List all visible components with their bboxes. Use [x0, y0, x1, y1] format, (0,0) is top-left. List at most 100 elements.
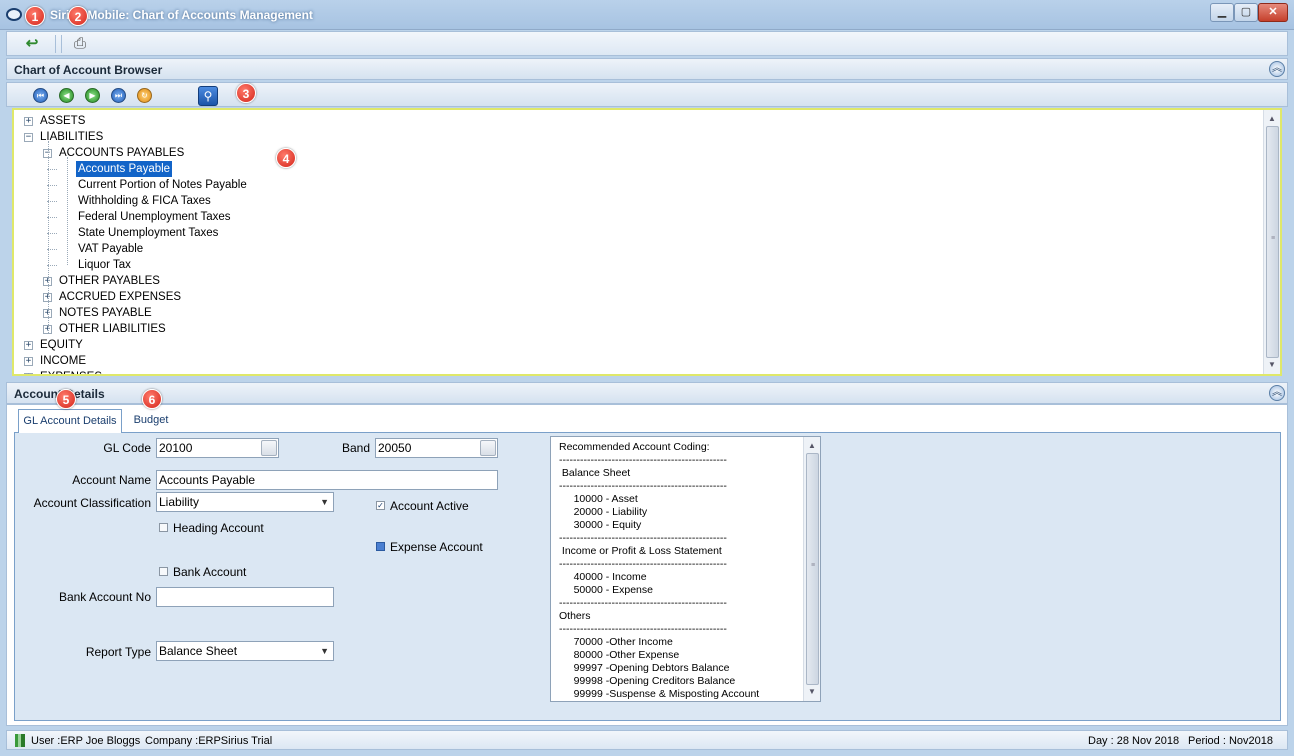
coding-line: Balance Sheet: [559, 467, 631, 479]
gl-code-label: GL Code: [103, 441, 151, 455]
bank-account-no-field[interactable]: [156, 587, 334, 607]
recommended-coding-box[interactable]: Recommended Account Coding: -------------…: [550, 436, 821, 702]
heading-account-label: Heading Account: [173, 521, 264, 535]
tree-node[interactable]: + OTHER PAYABLES: [14, 273, 1254, 289]
tab-budget[interactable]: Budget: [128, 409, 174, 433]
tree-node-label[interactable]: State Unemployment Taxes: [76, 225, 220, 241]
tree-node[interactable]: Federal Unemployment Taxes: [14, 209, 1254, 225]
account-name-field[interactable]: Accounts Payable: [156, 470, 498, 490]
tree-node-label[interactable]: ASSETS: [38, 113, 87, 129]
close-icon[interactable]: ✕: [1258, 3, 1288, 22]
tree-node-label[interactable]: VAT Payable: [76, 241, 145, 257]
coding-line: 99999 -Suspense & Misposting Account: [559, 688, 760, 700]
coding-line: ----------------------------------------…: [559, 532, 727, 544]
expand-icon[interactable]: +: [24, 117, 33, 126]
status-bar: User :ERP Joe Bloggs Company :ERPSirius …: [6, 730, 1288, 750]
tree-node-label[interactable]: OTHER PAYABLES: [57, 273, 162, 289]
status-period: Period : Nov2018: [1188, 735, 1273, 747]
tree-node-label[interactable]: Federal Unemployment Taxes: [76, 209, 233, 225]
tree-node[interactable]: − ACCOUNTS PAYABLES: [14, 145, 1254, 161]
return-icon[interactable]: ↩: [23, 35, 41, 53]
chevron-down-icon: ▼: [320, 497, 329, 507]
tree-connector: [48, 141, 49, 333]
search-icon[interactable]: ⚲: [198, 86, 218, 106]
tree-node-label[interactable]: ACCOUNTS PAYABLES: [57, 145, 186, 161]
expense-account-checkbox[interactable]: [376, 542, 385, 551]
account-tree[interactable]: + ASSETS − LIABILITIES − ACCOUNTS PAYABLES Acc…: [12, 108, 1282, 376]
coding-scrollbar[interactable]: ▲ ≡ ▼: [803, 437, 820, 701]
tree-node[interactable]: + INCOME: [14, 353, 1254, 369]
account-name-label: Account Name: [72, 473, 151, 487]
collapse-icon[interactable]: ︽: [1269, 61, 1285, 77]
coding-line: ----------------------------------------…: [559, 454, 727, 466]
collapse-icon[interactable]: ︽: [1269, 385, 1285, 401]
tree-node[interactable]: Accounts Payable: [14, 160, 1254, 178]
tree-node[interactable]: + OTHER LIABILITIES: [14, 321, 1254, 337]
last-icon[interactable]: ⏭: [111, 88, 126, 103]
expand-icon[interactable]: +: [24, 357, 33, 366]
tree-node[interactable]: + ACCRUED EXPENSES: [14, 289, 1254, 305]
tree-connector: [67, 157, 68, 265]
lookup-icon[interactable]: [480, 440, 496, 456]
tree-node-label[interactable]: EQUITY: [38, 337, 85, 353]
classification-select[interactable]: Liability ▼: [156, 492, 334, 512]
status-user: User :ERP Joe Bloggs: [31, 735, 141, 747]
tab-gl-account-details[interactable]: GL Account Details: [18, 409, 122, 433]
tree-node[interactable]: Current Portion of Notes Payable: [14, 177, 1254, 193]
coding-line: Others: [559, 610, 591, 622]
band-field[interactable]: 20050: [375, 438, 498, 458]
tree-node[interactable]: + ASSETS: [14, 113, 1254, 129]
app-icon[interactable]: [6, 8, 22, 21]
coding-line: Recommended Account Coding:: [559, 441, 710, 453]
tree-node[interactable]: Withholding & FICA Taxes: [14, 193, 1254, 209]
tree-node-label[interactable]: Current Portion of Notes Payable: [76, 177, 249, 193]
tree-node[interactable]: VAT Payable: [14, 241, 1254, 257]
tree-node-label[interactable]: NOTES PAYABLE: [57, 305, 154, 321]
tree-node-label[interactable]: OTHER LIABILITIES: [57, 321, 168, 337]
coding-line: ----------------------------------------…: [559, 597, 727, 609]
tree-node-label[interactable]: INCOME: [38, 353, 88, 369]
expand-icon[interactable]: +: [24, 341, 33, 350]
gl-code-field[interactable]: 20100: [156, 438, 279, 458]
band-value: 20050: [378, 441, 412, 455]
maximize-icon[interactable]: ▢: [1234, 3, 1258, 22]
lookup-icon[interactable]: [261, 440, 277, 456]
scroll-up-icon[interactable]: ▲: [805, 439, 819, 453]
tree-node-label[interactable]: ACCRUED EXPENSES: [57, 289, 183, 305]
tree-node-label[interactable]: EXPENSES: [38, 369, 104, 374]
account-active-checkbox[interactable]: ✓: [376, 501, 385, 510]
collapse-tree-icon[interactable]: −: [24, 133, 33, 142]
tree-content: + ASSETS − LIABILITIES − ACCOUNTS PAYABLES Acc…: [14, 110, 1264, 374]
report-type-select[interactable]: Balance Sheet ▼: [156, 641, 334, 661]
scroll-thumb[interactable]: ≡: [1266, 126, 1279, 358]
coding-line: ----------------------------------------…: [559, 480, 727, 492]
tree-node[interactable]: + EXPENSES: [14, 369, 1254, 374]
tree-node-label[interactable]: Liquor Tax: [76, 257, 133, 273]
bank-account-no-label: Bank Account No: [58, 590, 151, 604]
scroll-down-icon[interactable]: ▼: [805, 685, 819, 699]
scroll-down-icon[interactable]: ▼: [1265, 358, 1279, 372]
tree-nav-toolbar: ⏮ ◀ ▶ ⏭ ↻ ⚲: [6, 82, 1288, 107]
tree-node[interactable]: + NOTES PAYABLE: [14, 305, 1254, 321]
previous-icon[interactable]: ◀: [59, 88, 74, 103]
scroll-thumb[interactable]: ≡: [806, 453, 819, 685]
tree-node[interactable]: + EQUITY: [14, 337, 1254, 353]
expand-icon[interactable]: +: [24, 373, 33, 374]
first-icon[interactable]: ⏮: [33, 88, 48, 103]
tree-node[interactable]: − LIABILITIES: [14, 129, 1254, 145]
scroll-up-icon[interactable]: ▲: [1265, 112, 1279, 126]
status-icon: [15, 734, 25, 747]
minimize-icon[interactable]: ▁: [1210, 3, 1234, 22]
bank-account-checkbox[interactable]: [159, 567, 168, 576]
coding-line: ----------------------------------------…: [559, 558, 727, 570]
bank-account-label: Bank Account: [173, 565, 247, 579]
refresh-icon[interactable]: ↻: [137, 88, 152, 103]
tree-node[interactable]: Liquor Tax: [14, 257, 1254, 273]
tree-scrollbar[interactable]: ▲ ≡ ▼: [1263, 110, 1280, 374]
tree-node[interactable]: State Unemployment Taxes: [14, 225, 1254, 241]
print-icon[interactable]: ⎙: [71, 35, 89, 53]
heading-account-checkbox[interactable]: [159, 523, 168, 532]
tree-node-label[interactable]: Accounts Payable: [74, 160, 174, 178]
tree-node-label[interactable]: Withholding & FICA Taxes: [76, 193, 213, 209]
next-icon[interactable]: ▶: [85, 88, 100, 103]
